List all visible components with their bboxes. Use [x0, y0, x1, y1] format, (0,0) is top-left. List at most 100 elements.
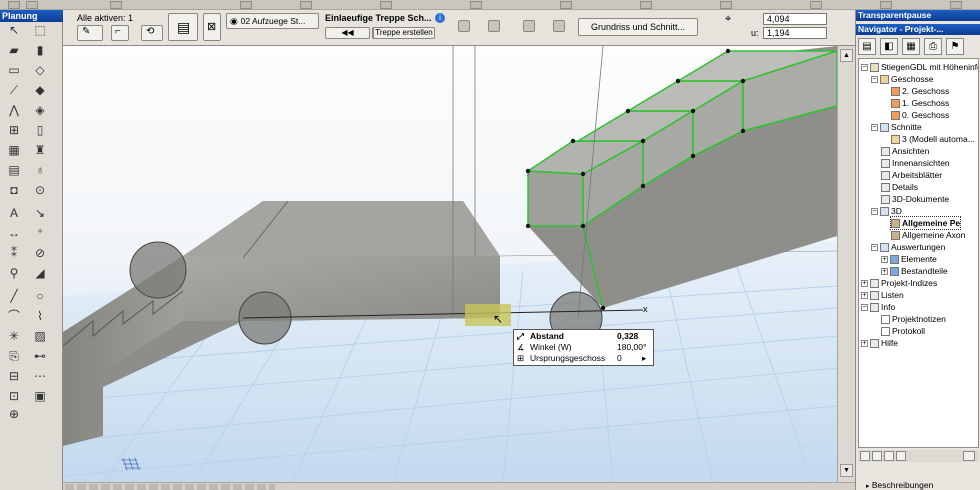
marker-icon[interactable]: ⚲: [4, 265, 24, 282]
layout-book-icon[interactable]: ▦: [902, 38, 920, 55]
label-icon[interactable]: ↘: [30, 205, 50, 222]
detail-icon[interactable]: ⊷: [30, 348, 50, 365]
tree-item[interactable]: + Bestandteile: [881, 265, 948, 277]
toolbar-button[interactable]: [950, 1, 962, 9]
toolbar-button[interactable]: [470, 1, 482, 9]
toolbar-button[interactable]: [810, 1, 822, 9]
stair-settings-button[interactable]: ▤: [168, 13, 198, 41]
tool-icon[interactable]: [963, 451, 975, 461]
radial-dimension-icon[interactable]: ⊘: [30, 245, 50, 262]
toolbar-button[interactable]: [720, 1, 732, 9]
toolbar-button[interactable]: [240, 1, 252, 9]
view-settings-button[interactable]: Grundriss und Schnitt...: [578, 18, 698, 36]
drawing-icon[interactable]: ⎘: [4, 348, 24, 365]
door-icon[interactable]: ▯: [30, 122, 50, 139]
level-dimension-icon[interactable]: ⁺: [30, 225, 50, 242]
tree-item[interactable]: 2. Geschoss: [891, 85, 949, 97]
toolbar-button[interactable]: [380, 1, 392, 9]
slab-icon[interactable]: ◇: [30, 62, 50, 79]
tree-item[interactable]: 3 (Modell automa...: [891, 133, 975, 145]
coord-x-field[interactable]: 4,094: [763, 13, 827, 25]
section-icon[interactable]: ⊙: [30, 182, 50, 199]
zoom-controls[interactable]: [65, 484, 275, 490]
tree-item[interactable]: Innenansichten: [881, 157, 950, 169]
text-icon[interactable]: A: [4, 205, 24, 222]
wall-icon[interactable]: ▰: [4, 42, 24, 59]
tree-item[interactable]: Arbeitsblätter: [881, 169, 942, 181]
circle-icon[interactable]: ○: [30, 288, 50, 305]
tree-item[interactable]: − Auswertungen: [871, 241, 945, 253]
scroll-up-icon[interactable]: ▲: [840, 49, 853, 62]
rotate-button[interactable]: ⟲: [141, 25, 163, 41]
arc-icon[interactable]: ⌒: [4, 308, 24, 325]
roof-icon[interactable]: ⟋: [4, 82, 24, 99]
tree-item[interactable]: Protokoll: [881, 325, 925, 337]
camera-icon[interactable]: ◘: [4, 182, 24, 199]
tree-item[interactable]: + Elemente: [881, 253, 937, 265]
toolbar-button[interactable]: [640, 1, 652, 9]
project-map-icon[interactable]: ▤: [858, 38, 876, 55]
scroll-down-icon[interactable]: ▼: [840, 464, 853, 477]
square-button[interactable]: [458, 20, 470, 32]
layer-selector[interactable]: ◉ 02 Aufzuege St...: [226, 13, 319, 29]
picture-icon[interactable]: ▣: [30, 388, 50, 405]
window-icon[interactable]: ⊞: [4, 122, 24, 139]
change-icon[interactable]: ⋯: [30, 368, 50, 385]
view-map-icon[interactable]: ◧: [880, 38, 898, 55]
pick-button[interactable]: ⊠: [203, 13, 221, 41]
tracker-value[interactable]: 180,00°: [617, 342, 646, 353]
tree-item[interactable]: 1. Geschoss: [891, 97, 949, 109]
info-icon[interactable]: i: [435, 13, 445, 23]
square-button[interactable]: [523, 20, 535, 32]
tool-icon[interactable]: [860, 451, 870, 461]
coord-u-field[interactable]: 1,194: [763, 27, 827, 39]
tree-item-selected[interactable]: Allgemeine Pe: [889, 216, 962, 230]
tree-item[interactable]: − StiegenGDL mit Höheninfo: [861, 61, 978, 73]
tree-item[interactable]: − Info: [861, 301, 895, 313]
arrow-tool-button[interactable]: ✎: [77, 25, 103, 41]
tree-item[interactable]: + Listen: [861, 289, 904, 301]
tool-icon[interactable]: [884, 451, 894, 461]
organizer-icon[interactable]: ⚑: [946, 38, 964, 55]
toolbar-button[interactable]: [880, 1, 892, 9]
tool-icon[interactable]: [896, 451, 906, 461]
tree-item[interactable]: 0. Geschoss: [891, 109, 949, 121]
tree-item[interactable]: + Projekt-Indizes: [861, 277, 937, 289]
grid-element-icon[interactable]: ⊡: [4, 388, 24, 405]
previous-stair-button[interactable]: ◀◀: [325, 27, 370, 39]
create-stair-button[interactable]: Treppe erstellen: [373, 27, 435, 39]
object-icon[interactable]: ♜: [30, 142, 50, 159]
vertical-scrollbar[interactable]: ▲ ▼: [837, 46, 855, 482]
fill-icon[interactable]: ◢: [30, 265, 50, 282]
square-button[interactable]: [488, 20, 500, 32]
tree-item[interactable]: Details: [881, 181, 918, 193]
tree-item[interactable]: 3D-Dokumente: [881, 193, 949, 205]
mesh-icon[interactable]: ⋀: [4, 102, 24, 119]
tree-item[interactable]: Ansichten: [881, 145, 929, 157]
tree-item[interactable]: −3D: [871, 205, 902, 217]
tree-item[interactable]: Projektnotizen: [881, 313, 946, 325]
zone-icon[interactable]: ◈: [30, 102, 50, 119]
tracker-value[interactable]: 0: [617, 353, 622, 364]
descriptions-row[interactable]: ▸ Beschreibungen: [866, 480, 933, 490]
tool-icon[interactable]: [872, 451, 882, 461]
toolbar-button[interactable]: [110, 1, 122, 9]
toolbar-button[interactable]: [26, 1, 38, 9]
tree-item[interactable]: − Geschosse: [871, 73, 934, 85]
tree-item[interactable]: − Schnitte: [871, 121, 922, 133]
publisher-icon[interactable]: ⎙: [924, 38, 942, 55]
tracker-palette[interactable]: ⤢ Abstand 0,328 ∡ Winkel (W) 180,00° ⊞ U…: [513, 329, 654, 366]
marquee-icon[interactable]: ⬚: [30, 22, 50, 39]
square-button[interactable]: [553, 20, 565, 32]
line-icon[interactable]: ╱: [4, 288, 24, 305]
curtain-wall-icon[interactable]: ▦: [4, 142, 24, 159]
corner-tool-button[interactable]: ⌐: [111, 25, 129, 41]
tracker-value[interactable]: 0,328: [617, 331, 638, 342]
arrow-icon[interactable]: ↖: [4, 22, 24, 39]
figure-icon[interactable]: ▨: [30, 328, 50, 345]
column-icon[interactable]: ▮: [30, 42, 50, 59]
polyline-icon[interactable]: ⌇: [30, 308, 50, 325]
3d-viewport[interactable]: x ↖ ⤢ Abstand 0,328 ∡ Winkel (W) 180,00°…: [63, 46, 837, 482]
lamp-icon[interactable]: ♁: [30, 162, 50, 179]
tree-item[interactable]: + Hilfe: [861, 337, 898, 349]
